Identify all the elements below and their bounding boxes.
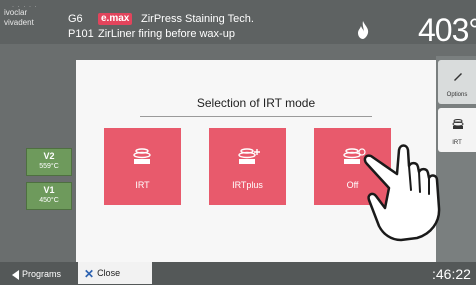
- close-icon: ✕: [84, 266, 95, 281]
- header-bar: · · · · · ivoclar vivadent G6 e.max ZirP…: [0, 0, 476, 48]
- close-button[interactable]: ✕ Close: [78, 262, 152, 284]
- irt-icon: [452, 119, 464, 129]
- temperature-readout: 403°: [418, 12, 476, 48]
- stage-value: 559°C: [39, 163, 59, 170]
- irt-mode-label: IRT: [135, 180, 150, 190]
- irt-plus-icon: [238, 148, 260, 164]
- program-description: ZirLiner firing before wax-up: [98, 28, 235, 40]
- dialog-divider: [140, 116, 372, 117]
- options-icon: [454, 73, 462, 81]
- stage-label: V1: [43, 185, 55, 195]
- irtplus-mode-button[interactable]: IRTplus: [209, 128, 286, 205]
- irtplus-mode-label: IRTplus: [232, 180, 263, 190]
- program-number: P101: [68, 28, 94, 40]
- programs-label: Programs: [22, 269, 62, 279]
- brand-logo: ivoclar vivadent: [4, 8, 62, 28]
- irt-mode-button[interactable]: IRT: [104, 128, 181, 205]
- flame-icon: [358, 21, 369, 39]
- options-button[interactable]: Options: [438, 60, 476, 104]
- close-label: Close: [97, 268, 121, 278]
- program-name: ZirPress Staining Tech.: [141, 13, 254, 25]
- emax-badge: e.max: [98, 13, 133, 25]
- dialog-title: Selection of IRT mode: [196, 96, 316, 110]
- stage-indicator-v2: V2 559°C: [26, 148, 72, 176]
- clock: :46:22: [432, 266, 471, 282]
- program-id: G6: [68, 13, 83, 25]
- stage-label: V2: [43, 151, 55, 161]
- stage-value: 450°C: [39, 197, 59, 204]
- options-label: Options: [446, 92, 468, 98]
- logo-line2: vivadent: [4, 18, 34, 27]
- irt-mode-icon: [133, 148, 151, 164]
- stage-indicator-v1: V1 450°C: [26, 182, 72, 210]
- programs-button[interactable]: Programs: [12, 264, 72, 284]
- pointing-hand-icon: [363, 144, 441, 242]
- logo-line1: ivoclar: [4, 8, 28, 17]
- back-arrow-icon: [12, 269, 19, 280]
